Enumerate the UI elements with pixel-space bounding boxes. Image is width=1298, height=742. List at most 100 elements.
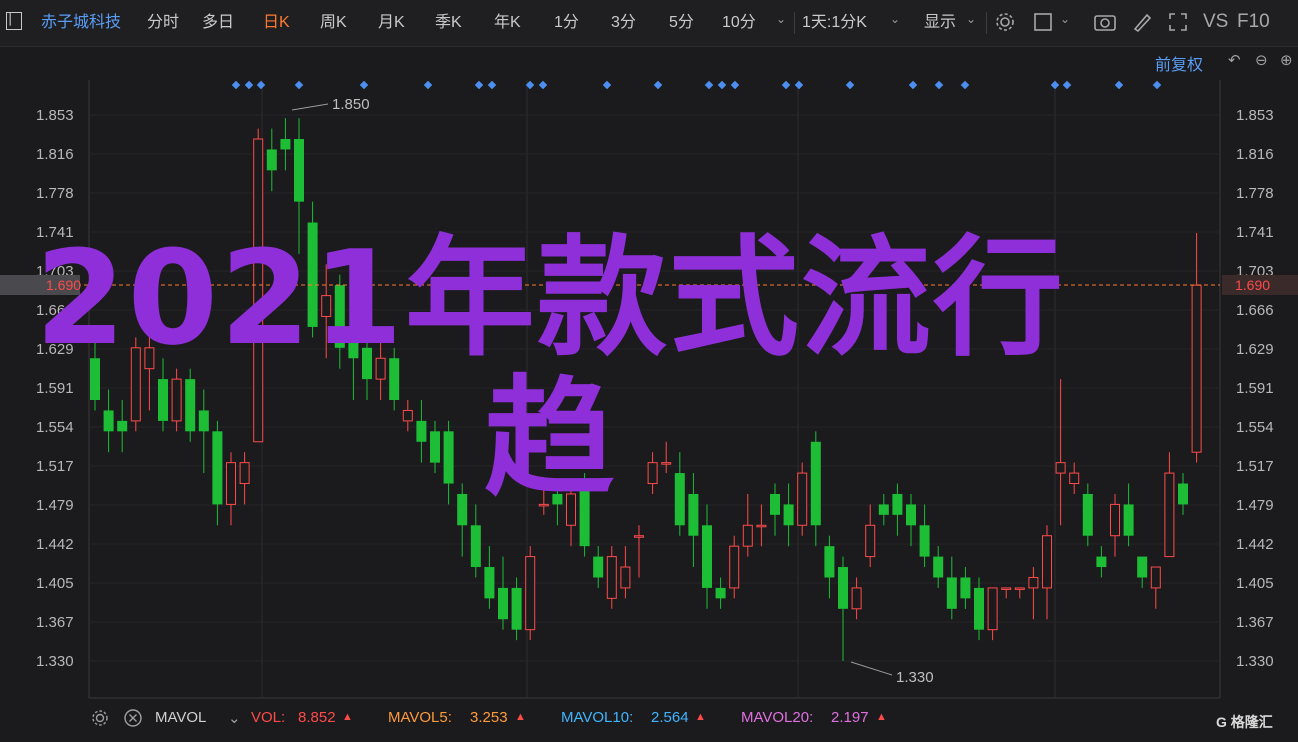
period-tab-quarter[interactable]: 季K	[435, 12, 462, 34]
vol-label: VOL:	[251, 709, 286, 726]
candle-up	[851, 587, 862, 610]
signal-dot-icon	[794, 80, 804, 90]
candle-down	[511, 587, 522, 630]
chevron-down-icon[interactable]: ⌄	[228, 709, 241, 727]
f10-button[interactable]: F10	[1237, 11, 1270, 33]
stock-name[interactable]: 赤子城科技	[41, 12, 121, 34]
signal-dot-icon	[934, 80, 944, 90]
y-tick-right: 1.816	[1236, 146, 1274, 163]
watermark-text: 2021年款式流行 趋	[20, 228, 1080, 508]
chevron-down-icon[interactable]: ⌄	[966, 12, 976, 26]
candle-down	[498, 587, 508, 620]
candle-down	[933, 556, 944, 578]
signal-dot-icon	[1050, 80, 1060, 90]
signal-dot-icon	[294, 80, 304, 90]
candle-down	[593, 556, 604, 578]
y-tick-right: 1.629	[1236, 341, 1274, 358]
signal-dot-icon	[244, 80, 254, 90]
period-tab-year[interactable]: 年K	[494, 12, 521, 34]
high-marker-line	[291, 103, 329, 111]
chevron-down-icon[interactable]: ⌄	[776, 12, 786, 26]
candle-up	[634, 535, 644, 538]
period-tab-5min[interactable]: 5分	[669, 12, 694, 34]
logo-text: 格隆汇	[1230, 714, 1273, 730]
y-tick-right: 1.554	[1236, 419, 1274, 436]
signal-dot-icon	[474, 80, 484, 90]
square-icon[interactable]	[1033, 11, 1055, 33]
y-tick-left: 1.778	[36, 185, 74, 202]
candle-up	[865, 524, 876, 558]
indicator-bar: MAVOL ⌄ VOL: 8.852 ▲ MAVOL5: 3.253 ▲ MAV…	[0, 700, 1298, 734]
display-menu[interactable]: 显示	[924, 12, 956, 34]
period-tab-fenshi[interactable]: 分时	[147, 12, 179, 34]
period-tab-week[interactable]: 周K	[320, 12, 347, 34]
y-tick-left: 1.442	[36, 536, 74, 553]
candle-down	[974, 587, 984, 630]
candle-up	[729, 545, 740, 589]
signal-dot-icon	[653, 80, 663, 90]
signal-dot-icon	[717, 80, 727, 90]
candle-down	[484, 567, 495, 599]
compare-button[interactable]: VS	[1203, 11, 1228, 33]
signal-dot-icon	[845, 80, 855, 90]
period-tab-month[interactable]: 月K	[378, 12, 405, 34]
mavol5-value: 3.253	[470, 709, 508, 726]
watermark-line-1: 2021年款式流行	[35, 222, 1065, 374]
candle-down	[266, 149, 277, 171]
chevron-down-icon[interactable]: ⌄	[890, 12, 900, 26]
mavol20-value: 2.197	[831, 709, 869, 726]
signal-dot-icon	[730, 80, 740, 90]
indicator-name[interactable]: MAVOL	[155, 709, 206, 726]
candle-down	[715, 587, 726, 599]
signal-dot-icon	[423, 80, 433, 90]
period-tab-10min[interactable]: 10分	[722, 12, 756, 34]
signal-dot-icon	[1062, 80, 1072, 90]
watermark-line-2: 趋	[483, 362, 616, 514]
candle-down	[960, 577, 971, 599]
candle-up	[1042, 535, 1052, 589]
period-tab-day[interactable]: 日K	[263, 12, 290, 34]
y-tick-right: 1.479	[1236, 497, 1274, 514]
period-tab-3min[interactable]: 3分	[611, 12, 636, 34]
candle-down	[946, 577, 957, 609]
candle-up	[1191, 284, 1202, 453]
y-tick-left: 1.330	[36, 653, 74, 670]
period-tab-duori[interactable]: 多日	[202, 12, 234, 34]
signal-dot-icon	[1114, 80, 1124, 90]
candle-down	[280, 139, 291, 150]
candle-down	[838, 567, 848, 609]
expand-icon[interactable]	[1167, 11, 1189, 33]
toolbar-divider	[794, 12, 795, 34]
mavol5-label: MAVOL5:	[388, 709, 452, 726]
y-tick-left: 1.853	[36, 107, 74, 124]
candle-up	[1028, 576, 1039, 589]
candle-down	[702, 525, 712, 588]
brush-icon[interactable]	[1131, 11, 1153, 33]
y-tick-right: 1.853	[1236, 107, 1274, 124]
candle-down	[294, 139, 304, 202]
y-tick-right: 1.666	[1236, 302, 1274, 319]
current-price-right: 1.690	[1235, 277, 1270, 293]
camera-icon[interactable]	[1093, 11, 1117, 33]
signal-dot-icon	[256, 80, 266, 90]
layout-toggle-icon[interactable]: ▏	[6, 12, 22, 30]
y-tick-right: 1.517	[1236, 458, 1274, 475]
gear-icon[interactable]	[90, 708, 110, 728]
candle-up	[1001, 587, 1012, 590]
mavol10-label: MAVOL10:	[561, 709, 634, 726]
up-arrow-icon: ▲	[695, 711, 706, 723]
candle-down	[1096, 556, 1107, 568]
y-tick-right: 1.741	[1236, 224, 1274, 241]
high-price-label: 1.850	[332, 96, 370, 113]
candle-up	[1014, 587, 1025, 590]
signal-dot-icon	[960, 80, 970, 90]
gear-icon[interactable]	[994, 11, 1016, 33]
candle-down	[1137, 556, 1148, 578]
signal-dot-icon	[704, 80, 714, 90]
chevron-down-icon[interactable]: ⌄	[1060, 12, 1070, 26]
period-tab-1min[interactable]: 1分	[554, 12, 579, 34]
close-icon[interactable]	[123, 708, 143, 728]
y-tick-right: 1.405	[1236, 575, 1274, 592]
y-tick-right: 1.442	[1236, 536, 1274, 553]
range-select[interactable]: 1天:1分K	[802, 12, 867, 34]
